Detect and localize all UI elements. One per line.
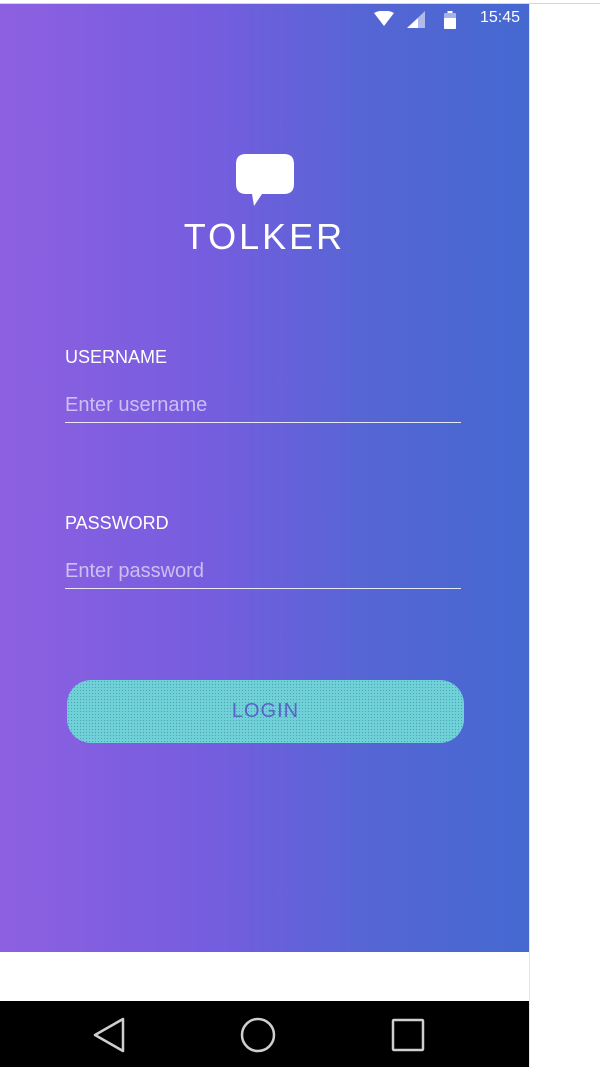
recents-icon: [388, 1018, 428, 1059]
login-button[interactable]: LOGIN: [67, 680, 464, 743]
status-time: 15:45: [480, 9, 521, 26]
app-title: TOLKER: [183, 216, 346, 257]
password-input[interactable]: [65, 554, 461, 589]
wifi-icon: [374, 10, 394, 31]
recents-button[interactable]: [388, 1015, 428, 1055]
username-label: USERNAME: [65, 347, 168, 367]
password-label: PASSWORD: [65, 513, 169, 533]
navigation-bar: [0, 1001, 529, 1067]
username-input[interactable]: [65, 388, 461, 423]
signal-icon: [407, 11, 425, 32]
status-bar: 15:45: [0, 4, 529, 34]
right-border: [529, 4, 530, 1067]
back-icon: [90, 1017, 130, 1059]
back-button[interactable]: [90, 1015, 130, 1055]
chat-bubble-icon: [236, 154, 294, 210]
home-icon: [238, 1017, 278, 1059]
battery-icon: [444, 11, 456, 33]
app-screen: 15:45 TOLKER USERNAME PASSWORD LOGIN: [0, 4, 529, 952]
home-button[interactable]: [238, 1015, 278, 1055]
